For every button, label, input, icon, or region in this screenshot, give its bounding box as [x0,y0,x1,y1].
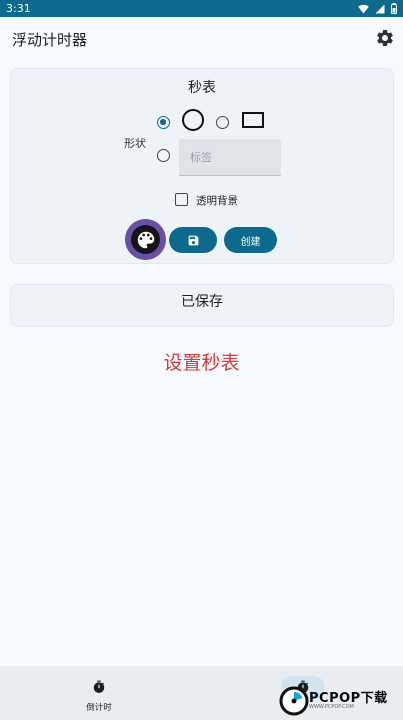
label-input[interactable] [179,139,281,176]
stopwatch-card-title: 秒表 [188,80,216,96]
status-icons [358,3,397,14]
save-button[interactable] [169,227,217,253]
timer-icon [93,680,105,693]
circle-shape-icon [182,109,204,131]
gear-icon [377,29,393,46]
wifi-icon [358,4,369,13]
app-title: 浮动计时器 [12,31,88,49]
settings-button[interactable] [375,28,395,48]
nav-item-countdown[interactable]: 倒计时 [68,666,130,720]
save-icon [188,235,198,245]
stopwatch-card: 秒表 形状 透明背景 创建 [10,68,394,264]
square-shape-icon [242,112,264,128]
create-button[interactable]: 创建 [224,227,277,253]
watermark-clock-icon [279,686,309,716]
signal-icon [375,4,385,13]
watermark-logo: PCPOP下载 WWW.PCPOP.COM [279,684,401,718]
watermark-url: WWW.PCPOP.COM [309,704,354,710]
radio-square-shape[interactable] [216,116,229,129]
status-bar: 3:31 [0,0,403,17]
transparent-background-label: 透明背景 [196,195,238,207]
battery-icon [391,3,397,14]
app-bar: 浮动计时器 [0,17,403,59]
setup-message: 设置秒表 [163,352,240,374]
nav-label-countdown: 倒计时 [86,703,112,713]
transparent-background-checkbox[interactable] [175,193,188,206]
color-picker-button[interactable] [125,219,166,260]
radio-label-shape[interactable] [157,149,170,162]
saved-card-title: 已保存 [181,294,223,310]
status-time: 3:31 [6,2,31,15]
saved-card: 已保存 [10,284,394,327]
radio-circle-shape[interactable] [157,116,170,129]
palette-icon [137,231,154,248]
shape-label: 形状 [124,137,146,150]
